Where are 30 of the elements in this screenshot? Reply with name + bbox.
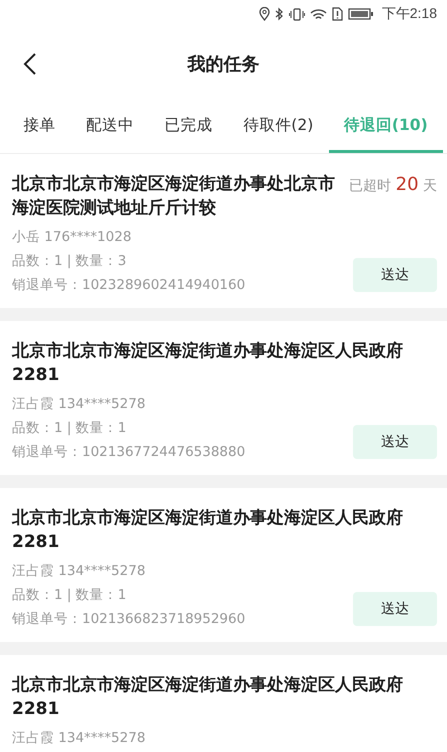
contact-text: 小岳 176****1028 bbox=[12, 228, 132, 246]
quantity-text: 品数：1 | 数量：3 bbox=[12, 252, 128, 270]
order-address: 北京市北京市海淀区海淀街道办事处海淀区人民政府2281 bbox=[12, 674, 404, 721]
quantity-text: 品数：1 | 数量：1 bbox=[12, 419, 128, 437]
quantity-text: 品数：1 | 数量：1 bbox=[12, 586, 128, 604]
tab[interactable]: 接单 bbox=[8, 100, 71, 153]
return-number: 销退单号：1021366823718952960 bbox=[12, 610, 246, 628]
deliver-button[interactable]: 送达 bbox=[353, 592, 437, 626]
wifi-icon bbox=[310, 8, 327, 20]
contact-text: 汪占霞 134****5278 bbox=[12, 729, 146, 747]
status-time: 下午2:18 bbox=[382, 5, 437, 23]
deliver-button[interactable]: 送达 bbox=[353, 425, 437, 459]
overdue-label: 已超时 20 天 bbox=[349, 173, 437, 195]
order-address: 北京市北京市海淀区海淀街道办事处北京市海淀医院测试地址斤斤计较 bbox=[12, 173, 336, 220]
location-icon bbox=[258, 7, 270, 21]
battery-icon bbox=[348, 8, 374, 20]
vibrate-icon bbox=[288, 8, 305, 20]
contact-text: 汪占霞 134****5278 bbox=[12, 395, 146, 413]
bluetooth-icon bbox=[274, 7, 284, 21]
page-title: 我的任务 bbox=[188, 53, 260, 76]
order-address: 北京市北京市海淀区海淀街道办事处海淀区人民政府2281 bbox=[12, 340, 404, 387]
return-number: 销退单号：1023289602414940160 bbox=[12, 276, 246, 294]
deliver-button[interactable]: 送达 bbox=[353, 258, 437, 292]
tab[interactable]: 配送中 bbox=[70, 100, 150, 153]
contact-text: 汪占霞 134****5278 bbox=[12, 562, 146, 580]
return-number: 销退单号：1021367724476538880 bbox=[12, 443, 246, 461]
order-address: 北京市北京市海淀区海淀街道办事处海淀区人民政府2281 bbox=[12, 507, 404, 554]
tab[interactable]: 待取件(2) bbox=[228, 100, 329, 153]
tab[interactable]: 已完成 bbox=[149, 100, 228, 153]
sim-alert-icon bbox=[332, 7, 343, 21]
